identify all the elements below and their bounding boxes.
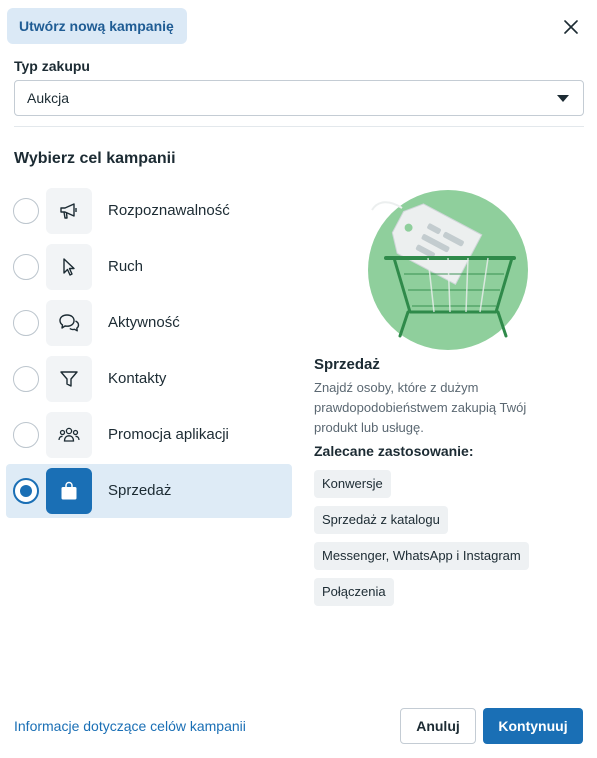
create-campaign-tab: Utwórz nową kampanię [7, 8, 187, 44]
radio-app-promotion[interactable] [13, 422, 39, 448]
purchase-type-select[interactable]: Aukcja [14, 80, 584, 116]
goal-heading: Wybierz cel kampanii [14, 150, 176, 167]
close-button[interactable] [558, 14, 584, 40]
goal-option-leads[interactable]: Kontakty [6, 352, 292, 406]
recommended-chips: Konwersje Sprzedaż z katalogu Messenger,… [314, 470, 584, 614]
section-divider [14, 126, 584, 127]
radio-awareness[interactable] [13, 198, 39, 224]
radio-engagement[interactable] [13, 310, 39, 336]
recommended-chip: Konwersje [314, 470, 391, 498]
cancel-button[interactable]: Anuluj [400, 708, 476, 744]
chat-bubbles-icon [46, 300, 92, 346]
people-icon [46, 412, 92, 458]
goal-option-label: Kontakty [108, 370, 167, 387]
close-icon [564, 20, 578, 34]
goal-option-label: Promocja aplikacji [108, 426, 229, 443]
funnel-icon [46, 356, 92, 402]
recommended-chip: Połączenia [314, 578, 394, 606]
goal-option-label: Ruch [108, 258, 144, 275]
megaphone-icon [46, 188, 92, 234]
purchase-type-label: Typ zakupu [14, 58, 90, 74]
continue-button[interactable]: Kontynuuj [483, 708, 583, 744]
goal-option-label: Sprzedaż [108, 482, 172, 499]
radio-traffic[interactable] [13, 254, 39, 280]
goal-options-list: Rozpoznawalność Ruch Aktywność Kontakty [6, 184, 292, 520]
goal-option-app-promotion[interactable]: Promocja aplikacji [6, 408, 292, 462]
goal-option-label: Rozpoznawalność [108, 202, 230, 219]
campaign-goals-info-link[interactable]: Informacje dotyczące celów kampanii [14, 718, 246, 734]
caret-down-icon [557, 95, 569, 102]
create-campaign-title: Utwórz nową kampanię [19, 18, 174, 34]
recommended-heading: Zalecane zastosowanie: [314, 443, 474, 459]
goal-option-sales[interactable]: Sprzedaż [6, 464, 292, 518]
purchase-type-value: Aukcja [27, 90, 70, 106]
radio-leads[interactable] [13, 366, 39, 392]
goal-option-engagement[interactable]: Aktywność [6, 296, 292, 350]
goal-option-label: Aktywność [108, 314, 180, 331]
shopping-bag-icon [46, 468, 92, 514]
recommended-chip: Messenger, WhatsApp i Instagram [314, 542, 529, 570]
goal-option-traffic[interactable]: Ruch [6, 240, 292, 294]
cursor-icon [46, 244, 92, 290]
goal-option-awareness[interactable]: Rozpoznawalność [6, 184, 292, 238]
sales-illustration [364, 186, 532, 354]
goal-detail-description: Znajdź osoby, które z dużym prawdopodobi… [314, 380, 527, 435]
radio-sales[interactable] [13, 478, 39, 504]
recommended-chip: Sprzedaż z katalogu [314, 506, 448, 534]
goal-detail-title: Sprzedaż [314, 356, 380, 373]
